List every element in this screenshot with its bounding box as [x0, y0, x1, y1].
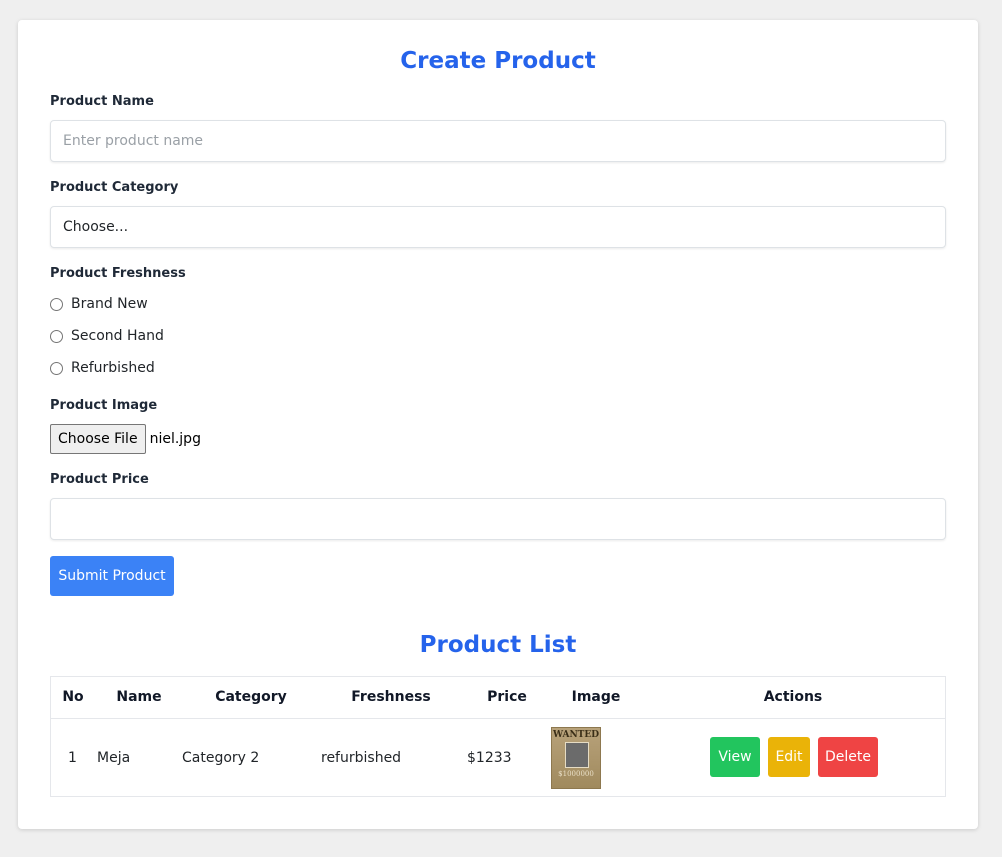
column-header-name: Name	[116, 689, 162, 705]
freshness-option-label: Brand New	[71, 296, 148, 312]
product-image-file-input[interactable]: Choose File niel.jpg	[50, 424, 201, 454]
product-name-input[interactable]	[50, 120, 946, 162]
column-header-price: Price	[487, 689, 527, 705]
delete-button[interactable]: Delete	[818, 737, 878, 777]
freshness-option-label: Refurbished	[71, 360, 155, 376]
cell-no: 1	[68, 750, 77, 766]
product-price-input[interactable]	[50, 498, 946, 540]
column-header-no: No	[62, 689, 84, 705]
product-category-select[interactable]: Choose...	[50, 206, 946, 248]
view-button[interactable]: View	[710, 737, 760, 777]
thumbnail-photo	[565, 742, 589, 768]
freshness-option-second-hand[interactable]: Second Hand	[50, 326, 164, 346]
product-list-title: Product List	[419, 632, 577, 658]
product-name-label: Product Name	[50, 94, 154, 109]
create-product-title: Create Product	[400, 48, 596, 74]
edit-button[interactable]: Edit	[768, 737, 810, 777]
selected-file-name: niel.jpg	[149, 431, 201, 447]
product-freshness-label: Product Freshness	[50, 266, 186, 281]
product-category-selected: Choose...	[63, 219, 129, 235]
freshness-option-label: Second Hand	[71, 328, 164, 344]
product-image-label: Product Image	[50, 398, 158, 413]
thumbnail-subtext: $1000000	[558, 770, 594, 778]
column-header-category: Category	[215, 689, 287, 705]
column-header-actions: Actions	[763, 689, 823, 705]
radio-circle[interactable]	[50, 329, 63, 343]
column-header-freshness: Freshness	[351, 689, 431, 705]
cell-freshness: refurbished	[321, 750, 402, 766]
product-thumbnail: WANTED $1000000	[551, 727, 601, 789]
product-price-label: Product Price	[50, 472, 149, 487]
column-header-image: Image	[571, 689, 621, 705]
freshness-option-refurbished[interactable]: Refurbished	[50, 358, 155, 378]
product-category-label: Product Category	[50, 180, 179, 195]
submit-product-button[interactable]: Submit Product	[50, 556, 174, 596]
cell-price: $1233	[467, 750, 512, 766]
product-card: Create Product Product Name Product Cate…	[18, 20, 978, 829]
choose-file-button[interactable]: Choose File	[50, 424, 146, 454]
radio-circle[interactable]	[50, 361, 63, 375]
product-table: No Name Category Freshness Price Image A…	[50, 676, 946, 797]
cell-category: Category 2	[182, 750, 260, 766]
cell-name: Meja	[97, 750, 131, 766]
radio-circle[interactable]	[50, 297, 63, 311]
thumbnail-text: WANTED	[552, 730, 600, 740]
freshness-option-brand-new[interactable]: Brand New	[50, 294, 148, 314]
